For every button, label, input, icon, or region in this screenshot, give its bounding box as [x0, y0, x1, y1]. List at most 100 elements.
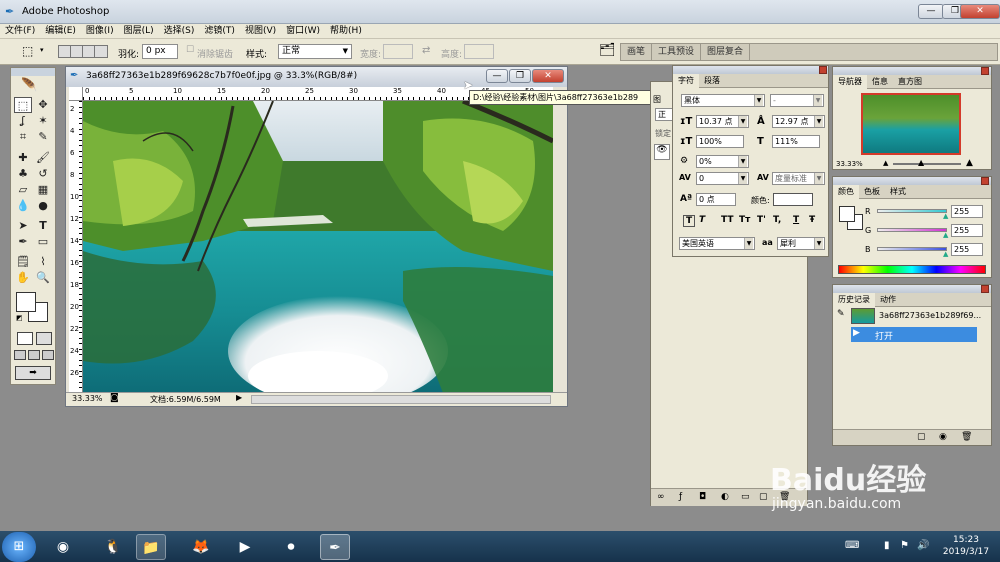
- file-explorer-icon[interactable]: 📁: [136, 534, 166, 560]
- zoom-in-icon[interactable]: ▲: [966, 158, 973, 168]
- zoom-level[interactable]: 33.33%: [72, 394, 103, 403]
- adjustment-layer-icon[interactable]: ◐: [721, 492, 729, 502]
- palette-well-layer-comps[interactable]: 图层复合: [701, 44, 751, 60]
- red-channel-slider[interactable]: [877, 209, 947, 213]
- pen-tool-icon[interactable]: ✒: [14, 234, 32, 250]
- zoom-out-icon[interactable]: ▲: [883, 159, 888, 167]
- zoom-slider-thumb-icon[interactable]: ▲: [918, 158, 924, 167]
- tab-history[interactable]: 历史记录: [833, 293, 875, 307]
- marquee-tool-icon[interactable]: ⬚: [14, 97, 32, 113]
- tab-character[interactable]: 字符: [673, 74, 699, 88]
- record-icon[interactable]: ⏺: [276, 534, 306, 560]
- tab-navigator[interactable]: 导航器: [833, 75, 867, 89]
- move-tool-icon[interactable]: ✥: [34, 97, 52, 113]
- blur-tool-icon[interactable]: 💧: [14, 198, 32, 214]
- quick-mask-button[interactable]: [36, 332, 52, 345]
- character-panel-close-button[interactable]: [819, 66, 827, 74]
- clone-stamp-tool-icon[interactable]: ♣: [14, 166, 32, 182]
- new-layer-icon[interactable]: ▢: [759, 492, 768, 502]
- navigator-panel-close-button[interactable]: [981, 67, 989, 75]
- underline-button[interactable]: T: [793, 215, 799, 225]
- document-title-bar[interactable]: ✒ 3a68ff27363e1b289f69628c7b7f0e0f.jpg @…: [66, 67, 567, 87]
- new-snapshot-icon[interactable]: ◉: [939, 432, 947, 442]
- history-panel-close-button[interactable]: [981, 285, 989, 293]
- faux-italic-button[interactable]: T: [699, 215, 705, 225]
- path-selection-tool-icon[interactable]: ➤: [14, 218, 32, 234]
- blue-slider-thumb-icon[interactable]: ▲: [943, 250, 948, 258]
- eyedropper-tool-icon[interactable]: ⌇: [34, 254, 52, 270]
- font-style-select[interactable]: - ▼: [770, 94, 824, 107]
- lasso-tool-icon[interactable]: ʆ: [14, 113, 32, 129]
- tab-info[interactable]: 信息: [867, 75, 893, 89]
- menu-layer[interactable]: 图层(L): [119, 24, 159, 39]
- color-panel-foreground-swatch-front[interactable]: [839, 206, 855, 222]
- photoshop-taskbar-icon[interactable]: ✒: [320, 534, 350, 560]
- palette-well-tool-presets[interactable]: 工具预设: [652, 44, 702, 60]
- text-color-swatch[interactable]: [773, 193, 813, 206]
- screen-mode-standard-button[interactable]: [14, 350, 26, 360]
- video-player-icon[interactable]: ▶: [230, 534, 260, 560]
- tab-styles[interactable]: 样式: [885, 185, 911, 199]
- jump-to-imageready-button[interactable]: ➡: [15, 366, 51, 380]
- magic-wand-tool-icon[interactable]: ✶: [34, 113, 52, 129]
- doc-minimize-button[interactable]: —: [486, 69, 508, 83]
- palette-well-brushes[interactable]: 画笔: [621, 44, 653, 60]
- brush-tool-icon[interactable]: 🖌: [34, 150, 52, 166]
- dodge-tool-icon[interactable]: ●: [34, 198, 52, 214]
- document-window[interactable]: ✒ 3a68ff27363e1b289f69628c7b7f0e0f.jpg @…: [65, 66, 568, 407]
- shape-tool-icon[interactable]: ▭: [34, 234, 52, 250]
- taskbar-clock[interactable]: 15:23 2019/3/17: [936, 534, 996, 558]
- history-brush-source-icon[interactable]: ✎: [837, 309, 845, 319]
- navigator-thumbnail[interactable]: [861, 93, 961, 155]
- blue-channel-input[interactable]: 255: [951, 243, 983, 256]
- layer-mask-icon[interactable]: ◘: [699, 492, 706, 502]
- menu-help[interactable]: 帮助(H): [325, 24, 367, 39]
- navigator-panel-grip[interactable]: [833, 67, 991, 75]
- color-spectrum-bar[interactable]: [838, 265, 986, 274]
- menu-view[interactable]: 视图(V): [240, 24, 281, 39]
- crop-tool-icon[interactable]: ⌗: [14, 129, 32, 145]
- file-browser-icon[interactable]: 🗂: [599, 43, 616, 58]
- vertical-scale-input[interactable]: 100%: [696, 135, 744, 148]
- vertical-ruler[interactable]: 2 4 6 8 10 12 14 16 18 20 22 24 26: [69, 101, 83, 394]
- blend-mode-select[interactable]: 正: [655, 108, 673, 121]
- tsume-select[interactable]: 0% ▼: [696, 155, 749, 168]
- close-button[interactable]: ✕: [960, 4, 1000, 19]
- default-colors-icon[interactable]: ◩: [16, 314, 23, 322]
- preset-dropdown-arrow-icon[interactable]: ▾: [40, 46, 44, 54]
- leading-input[interactable]: 12.97 点 ▼: [772, 115, 825, 128]
- windows-start-icon[interactable]: ⊞: [2, 532, 36, 562]
- intersect-selection-button[interactable]: [94, 45, 108, 58]
- standard-mode-button[interactable]: [17, 332, 33, 345]
- delete-state-icon[interactable]: 🗑: [961, 432, 972, 442]
- notes-tool-icon[interactable]: 🗒: [14, 254, 32, 270]
- gradient-tool-icon[interactable]: ▦: [34, 182, 52, 198]
- status-menu-icon[interactable]: ◙: [110, 393, 119, 403]
- link-layers-icon[interactable]: ∞: [657, 492, 665, 502]
- tab-paragraph[interactable]: 段落: [699, 74, 725, 88]
- volume-tray-icon[interactable]: 🔊: [917, 540, 929, 551]
- antialias-select[interactable]: 犀利 ▼: [777, 237, 825, 250]
- status-arrow-icon[interactable]: ▶: [236, 393, 242, 402]
- green-channel-slider[interactable]: [877, 228, 947, 232]
- screen-mode-menu-button[interactable]: [28, 350, 40, 360]
- navigator-zoom-value[interactable]: 33.33%: [836, 160, 863, 168]
- faux-bold-button[interactable]: T: [683, 215, 696, 227]
- horizontal-scale-input[interactable]: 111%: [772, 135, 820, 148]
- history-step-row[interactable]: ▶ 打开: [851, 327, 977, 342]
- blue-channel-slider[interactable]: [877, 247, 947, 251]
- swap-icon[interactable]: ⇄: [422, 45, 430, 56]
- minimize-button[interactable]: —: [918, 4, 944, 19]
- menu-image[interactable]: 图像(I): [81, 24, 119, 39]
- keyboard-tray-icon[interactable]: ⌨: [845, 540, 859, 551]
- type-tool-icon[interactable]: T: [34, 218, 52, 234]
- ruler-origin[interactable]: [69, 87, 83, 101]
- menu-file[interactable]: 文件(F): [0, 24, 40, 39]
- doc-close-button[interactable]: ✕: [532, 69, 564, 83]
- all-caps-button[interactable]: TT: [721, 215, 734, 225]
- history-snapshot-row[interactable]: ✎ 3a68ff27363e1b289f69...: [833, 307, 991, 325]
- zoom-tool-icon[interactable]: 🔍: [34, 270, 52, 286]
- red-channel-input[interactable]: 255: [951, 205, 983, 218]
- strikethrough-button[interactable]: Ŧ: [809, 215, 815, 225]
- document-canvas-photo[interactable]: [83, 101, 553, 393]
